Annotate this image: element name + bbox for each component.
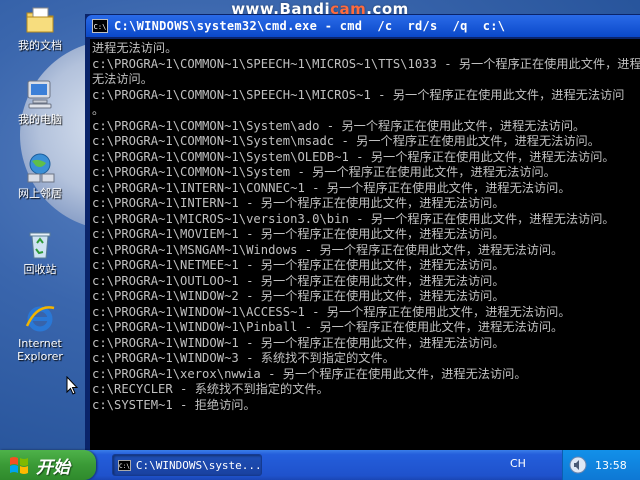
system-tray: 13:58 (562, 450, 640, 480)
taskbar-button-cmd[interactable]: C:\ C:\WINDOWS\syste... (112, 454, 262, 476)
console-line: c:\PROGRA~1\MICROS~1\version3.0\bin - 另一… (92, 211, 615, 226)
console-line: c:\PROGRA~1\WINDOW~1\Pinball - 另一个程序正在使用… (92, 320, 564, 334)
watermark-brand-accent: cam (330, 0, 367, 18)
desktop-icon-label: 我的电脑 (18, 113, 62, 126)
language-indicator[interactable]: CH (510, 457, 526, 470)
console-line: c:\PROGRA~1\WINDOW~1 - 另一个程序正在使用此文件，进程无法… (92, 335, 505, 350)
recording-watermark: www.Bandicam.com (0, 0, 640, 18)
recycle-bin-icon (29, 232, 51, 259)
console-line: c:\RECYCLER - 系统找不到指定的文件。 (92, 382, 329, 396)
watermark-suffix: .com (366, 0, 409, 18)
console-line: c:\PROGRA~1\WINDOW~2 - 另一个程序正在使用此文件，进程无法… (92, 289, 505, 303)
mouse-cursor-icon (66, 376, 78, 395)
start-label: 开始 (36, 457, 70, 478)
console-line: c:\PROGRA~1\WINDOW~1\ACCESS~1 - 另一个程序正在使… (92, 304, 571, 319)
taskbar: 开始 C:\ C:\WINDOWS\syste... CH 13:58 (0, 450, 640, 480)
console-line: c:\PROGRA~1\COMMON~1\System - 另一个程序正在使用此… (92, 165, 556, 179)
desktop-icon-label: 我的文档 (18, 39, 62, 52)
console-lines: 进程无法访问。 c:\PROGRA~1\COMMON~1\SPEECH~1\MIC… (90, 39, 640, 413)
console-line: c:\PROGRA~1\COMMON~1\System\OLEDB~1 - 另一… (92, 149, 615, 164)
console-line: 无法访问。 (92, 72, 153, 86)
console-line: c:\PROGRA~1\COMMON~1\SPEECH~1\MICROS~1\T… (92, 56, 640, 71)
desktop-icon-recycle-bin[interactable]: 回收站 (8, 228, 72, 276)
desktop-icon-network-places[interactable]: 网上邻居 (8, 152, 72, 200)
watermark-brand: Bandi (279, 0, 331, 18)
cmd-window[interactable]: C:\ C:\WINDOWS\system32\cmd.exe - cmd /c… (85, 14, 640, 456)
console-window-icon[interactable]: C:\ (92, 19, 108, 33)
window-title: C:\WINDOWS\system32\cmd.exe - cmd /c rd/… (114, 19, 506, 33)
console-line: c:\PROGRA~1\COMMON~1\SPEECH~1\MICROS~1 -… (92, 87, 625, 102)
my-computer-icon (27, 80, 52, 109)
console-window-icon: C:\ (118, 459, 131, 471)
desktop-icon-label: 网上邻居 (18, 187, 62, 200)
console-line: c:\SYSTEM~1 - 拒绝访问。 (92, 397, 256, 412)
desktop-icon-my-computer[interactable]: 我的电脑 (8, 78, 72, 126)
network-places-icon (27, 153, 55, 183)
desktop-icon-label: 回收站 (23, 263, 57, 276)
console-line: c:\PROGRA~1\xerox\nwwia - 另一个程序正在使用此文件，进… (92, 366, 527, 381)
console-line: 进程无法访问。 (92, 41, 178, 55)
console-line: c:\PROGRA~1\COMMON~1\System\ado - 另一个程序正… (92, 118, 586, 133)
console-line: c:\PROGRA~1\COMMON~1\System\msadc - 另一个程… (92, 134, 600, 148)
clock[interactable]: 13:58 (595, 459, 627, 472)
console-line: 。 (92, 103, 105, 117)
console-output[interactable]: 进程无法访问。 c:\PROGRA~1\COMMON~1\SPEECH~1\MIC… (90, 39, 640, 453)
desktop-icon-internet-explorer[interactable]: Internet Explorer (8, 302, 72, 363)
console-line: c:\PROGRA~1\OUTLOO~1 - 另一个程序正在使用此文件，进程无法… (92, 273, 505, 288)
console-line: c:\PROGRA~1\MOVIEM~1 - 另一个程序正在使用此文件，进程无法… (92, 227, 505, 241)
console-line: c:\PROGRA~1\WINDOW~3 - 系统找不到指定的文件。 (92, 351, 395, 365)
window-titlebar[interactable]: C:\ C:\WINDOWS\system32\cmd.exe - cmd /c… (86, 15, 640, 37)
taskbar-button-label: C:\WINDOWS\syste... (135, 458, 262, 472)
console-line: c:\PROGRA~1\INTERN~1 - 另一个程序正在使用此文件，进程无法… (92, 196, 505, 210)
watermark-prefix: www. (231, 0, 280, 18)
desktop-icon-label: Internet Explorer (17, 337, 63, 363)
console-line: c:\PROGRA~1\INTERN~1\CONNEC~1 - 另一个程序正在使… (92, 180, 571, 195)
windows-logo-icon (10, 457, 28, 474)
tray-volume-icon[interactable] (569, 456, 587, 474)
console-line: c:\PROGRA~1\NETMEE~1 - 另一个程序正在使用此文件，进程无法… (92, 258, 505, 272)
start-button[interactable]: 开始 (0, 450, 96, 480)
internet-explorer-icon (25, 306, 55, 332)
console-line: c:\PROGRA~1\MSNGAM~1\Windows - 另一个程序正在使用… (92, 242, 564, 257)
